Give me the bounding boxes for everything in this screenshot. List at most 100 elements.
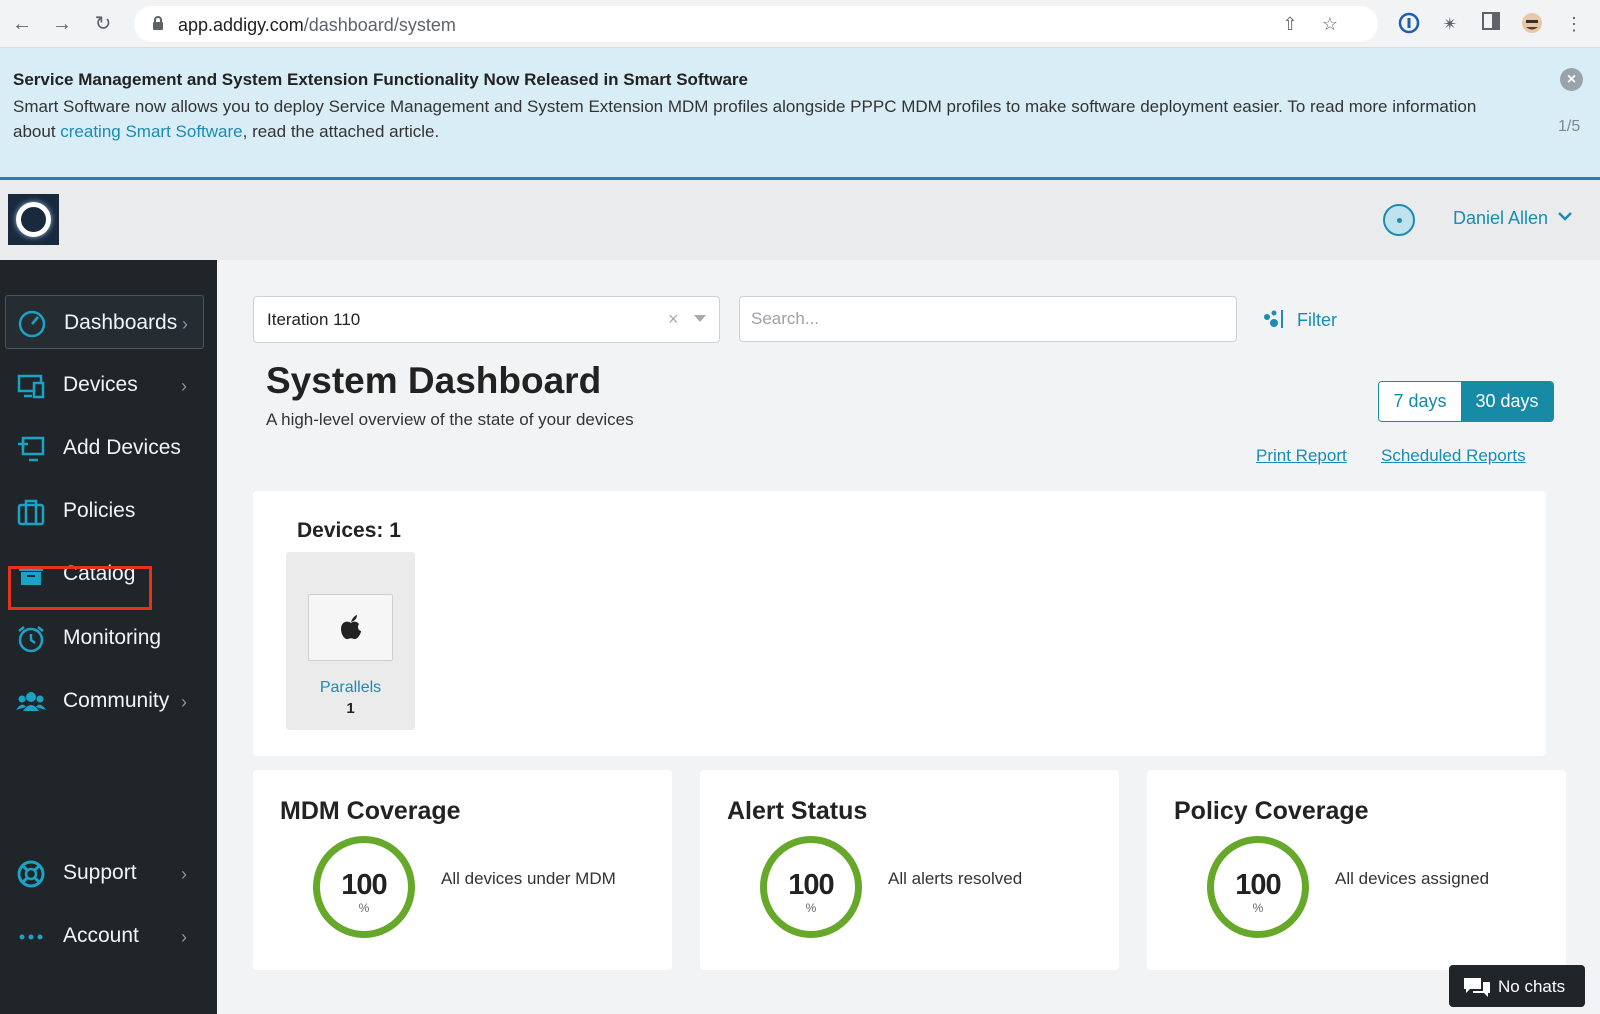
device-count: 1 — [346, 700, 355, 717]
print-report-link[interactable]: Print Report — [1256, 446, 1347, 466]
mdm-coverage-card: MDM Coverage 100 % All devices under MDM — [253, 770, 672, 970]
sidebar-item-label: Community — [63, 689, 170, 712]
sidebar: Dashboards › Devices › Add Devices Polic… — [0, 260, 217, 1014]
device-tile-parallels[interactable]: Parallels 1 — [286, 552, 415, 730]
devices-count-title: Devices: 1 — [297, 519, 401, 542]
close-icon[interactable]: × — [1560, 68, 1583, 91]
stat-description: All devices assigned — [1335, 869, 1490, 888]
gauge-unit: % — [358, 901, 370, 915]
policy-coverage-card: Policy Coverage 100 % All devices assign… — [1147, 770, 1566, 970]
gauge-value: 100 — [788, 869, 834, 901]
sidebar-item-label: Add Devices — [63, 436, 181, 459]
sidebar-item-account[interactable]: Account › — [5, 909, 204, 963]
gauge-unit: % — [805, 901, 817, 915]
filter-button[interactable]: Filter — [1262, 304, 1352, 336]
sidebar-item-label: Policies — [63, 499, 136, 522]
alarm-clock-icon — [18, 626, 44, 653]
search-input[interactable] — [739, 296, 1237, 342]
lock-icon — [153, 16, 163, 30]
profile-avatar[interactable] — [1520, 12, 1544, 36]
date-range-toggle: 7 days 30 days — [1378, 381, 1554, 422]
chat-bubbles-icon — [1464, 978, 1490, 997]
alert-status-card: Alert Status 100 % All alerts resolved — [700, 770, 1119, 970]
sidebar-item-add-devices[interactable]: Add Devices — [5, 421, 204, 475]
devices-icon — [17, 374, 45, 399]
stat-description: All devices under MDM — [441, 869, 616, 888]
sidebar-item-label: Support — [63, 861, 137, 884]
scheduled-reports-link[interactable]: Scheduled Reports — [1381, 446, 1526, 466]
policy-select-value: Iteration 110 — [267, 310, 361, 329]
user-menu[interactable]: Daniel Allen — [1453, 208, 1548, 229]
share-icon[interactable]: ⇧ — [1280, 14, 1300, 34]
dropdown-arrow-icon[interactable] — [694, 315, 706, 322]
apple-icon — [341, 615, 361, 640]
gauge-value: 100 — [341, 869, 387, 901]
sidebar-item-devices[interactable]: Devices › — [5, 358, 204, 412]
sidebar-item-label: Account — [63, 924, 139, 947]
sidebar-item-catalog[interactable]: Catalog — [5, 547, 204, 601]
sidebar-item-support[interactable]: Support › — [5, 846, 204, 900]
chevron-right-icon: › — [181, 692, 187, 712]
side-panel-icon[interactable] — [1479, 12, 1503, 36]
archive-box-icon — [19, 566, 43, 585]
app-header: Daniel Allen — [0, 180, 1600, 260]
forward-arrow-icon[interactable]: → — [50, 12, 74, 36]
sidebar-item-community[interactable]: Community › — [5, 674, 204, 728]
briefcase-icon — [17, 499, 45, 526]
sidebar-item-label: Catalog — [63, 562, 136, 585]
banner-title: Service Management and System Extension … — [13, 70, 748, 89]
range-7-days-button[interactable]: 7 days — [1379, 382, 1461, 421]
chevron-right-icon: › — [181, 864, 187, 884]
chat-label: No chats — [1498, 977, 1566, 996]
browser-menu-icon[interactable]: ⋮ — [1562, 12, 1586, 36]
sidebar-item-dashboards[interactable]: Dashboards › — [5, 295, 204, 349]
page-title: System Dashboard — [266, 360, 602, 401]
gauge-value: 100 — [1235, 869, 1281, 901]
sidebar-item-label: Dashboards — [64, 311, 178, 334]
clear-icon[interactable]: × — [668, 309, 679, 330]
coverage-gauge: 100 % — [313, 836, 415, 938]
status-indicator-icon[interactable] — [1383, 204, 1415, 236]
sidebar-item-label: Monitoring — [63, 626, 162, 649]
chevron-right-icon: › — [181, 927, 187, 947]
devices-card: Devices: 1 Parallels 1 — [253, 491, 1546, 756]
chevron-right-icon: › — [182, 314, 188, 334]
users-icon — [16, 692, 46, 711]
gauge-unit: % — [1252, 901, 1264, 915]
sidebar-item-policies[interactable]: Policies — [5, 484, 204, 538]
address-bar[interactable]: app.addigy.com/dashboard/system ⇧ ☆ — [134, 6, 1378, 42]
browser-toolbar: ← → ↻ app.addigy.com/dashboard/system ⇧ … — [0, 0, 1600, 48]
range-30-days-button[interactable]: 30 days — [1461, 382, 1553, 421]
chevron-down-icon[interactable] — [1557, 208, 1573, 224]
announcement-banner: Service Management and System Extension … — [0, 48, 1600, 180]
filter-label: Filter — [1297, 310, 1337, 330]
ellipsis-icon — [19, 934, 43, 940]
stat-description: All alerts resolved — [888, 869, 1023, 888]
policy-gauge: 100 % — [1207, 836, 1309, 938]
chat-widget-button[interactable]: No chats — [1449, 965, 1585, 1007]
sidebar-item-label: Devices — [63, 373, 138, 396]
addigy-logo[interactable] — [8, 194, 59, 245]
filter-icon — [1264, 310, 1283, 328]
page-subtitle: A high-level overview of the state of yo… — [266, 410, 634, 429]
password-manager-icon[interactable] — [1397, 12, 1421, 36]
alert-gauge: 100 % — [760, 836, 862, 938]
stat-title: Alert Status — [727, 797, 868, 825]
banner-pager: 1/5 — [1558, 118, 1581, 135]
device-thumbnail — [308, 594, 393, 661]
add-device-icon — [18, 436, 45, 462]
device-name: Parallels — [319, 679, 382, 696]
banner-text: Smart Software now allows you to deploy … — [13, 97, 1477, 141]
url-text: app.addigy.com/dashboard/system — [178, 15, 456, 35]
lifebuoy-icon — [17, 860, 45, 888]
sidebar-item-monitoring[interactable]: Monitoring — [5, 611, 204, 665]
back-arrow-icon[interactable]: ← — [10, 12, 34, 36]
main-content: Iteration 110 × Filter System Dashboard … — [217, 260, 1600, 1014]
reload-icon[interactable]: ↻ — [91, 12, 115, 36]
banner-link[interactable]: creating Smart Software — [60, 122, 242, 141]
chevron-right-icon: › — [181, 376, 187, 396]
stat-title: MDM Coverage — [280, 797, 461, 825]
bookmark-star-icon[interactable]: ☆ — [1320, 14, 1340, 34]
extensions-puzzle-icon[interactable]: ✴ — [1438, 12, 1462, 36]
policy-select[interactable]: Iteration 110 × — [253, 296, 720, 343]
